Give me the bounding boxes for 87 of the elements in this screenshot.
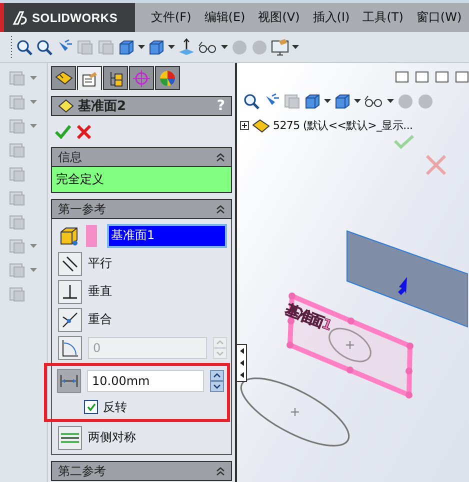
crosshair-icon xyxy=(133,70,150,86)
manager-tab[interactable] xyxy=(103,66,128,90)
coincident-icon xyxy=(62,312,78,328)
zoom-fit-icon[interactable] xyxy=(16,38,33,56)
app-logo: SOLIDWORKS xyxy=(32,10,118,24)
grip-icon xyxy=(10,36,13,58)
menu-item[interactable]: 窗口(W) xyxy=(410,9,468,26)
distance-button[interactable] xyxy=(57,368,81,392)
window-control-icon[interactable] xyxy=(395,71,409,83)
circle-sketch xyxy=(328,328,372,362)
cube-icon xyxy=(58,224,80,246)
section-title: 第二参考 xyxy=(58,462,106,480)
tree-item[interactable]: 5275 (默认<<默认>_显示... xyxy=(273,118,413,133)
collapse-icon[interactable] xyxy=(216,204,225,214)
manager-tab[interactable] xyxy=(155,66,180,90)
constraint-button[interactable] xyxy=(58,280,82,304)
color-swatch xyxy=(86,224,97,246)
view-cube-icon[interactable] xyxy=(118,38,135,56)
section-title: 第一参考 xyxy=(58,200,106,218)
parallel-lines-icon xyxy=(62,256,78,272)
section-header[interactable]: 第二参考 xyxy=(51,461,232,481)
manager-tab[interactable] xyxy=(77,66,102,90)
collapse-icon[interactable] xyxy=(216,466,225,476)
expand-icon[interactable] xyxy=(240,121,249,130)
angle-field: 0 xyxy=(88,336,207,358)
angle-button[interactable] xyxy=(58,336,82,360)
panel-title: 基准面2 xyxy=(78,98,126,115)
caret-icon[interactable] xyxy=(292,45,299,49)
window-control-icon[interactable] xyxy=(455,71,469,83)
perpendicular-icon xyxy=(62,284,78,300)
ok-check-icon[interactable] xyxy=(55,125,71,139)
distance-icon xyxy=(60,374,78,388)
section-header[interactable]: 信息 xyxy=(51,147,232,167)
window-control-icon[interactable] xyxy=(435,71,449,83)
plane-label: 基准面1 xyxy=(282,301,334,335)
checkbox-label: 反转 xyxy=(103,398,127,416)
constraint-label: 垂直 xyxy=(88,283,112,300)
color-ball-icon xyxy=(159,70,176,86)
flip-checkbox[interactable] xyxy=(84,400,98,414)
plane-icon xyxy=(58,99,74,113)
window-control-icon[interactable] xyxy=(415,71,429,83)
section-title: 信息 xyxy=(58,148,82,166)
double-line-icon xyxy=(61,432,79,444)
angle-icon xyxy=(61,338,79,356)
selection-field[interactable]: 基准面1 xyxy=(107,224,227,248)
constraint-button[interactable] xyxy=(58,308,82,332)
center-mark-icon xyxy=(346,340,354,350)
caret-icon[interactable] xyxy=(138,45,145,49)
menu-item[interactable]: 插入(I) xyxy=(306,9,356,26)
caret-icon[interactable] xyxy=(354,99,361,103)
menu-item[interactable]: 视图(V) xyxy=(252,9,306,26)
cancel-x-icon[interactable] xyxy=(77,125,91,139)
manager-tab[interactable] xyxy=(51,66,76,90)
logo-icon xyxy=(12,10,28,26)
caret-icon[interactable] xyxy=(168,45,175,49)
view-cube-icon[interactable] xyxy=(304,92,321,110)
axis-icon[interactable] xyxy=(178,38,195,56)
display-cube-icon[interactable] xyxy=(334,92,351,110)
section-header[interactable]: 第一参考 xyxy=(51,199,232,219)
symmetric-button[interactable] xyxy=(58,426,82,450)
glasses-icon[interactable] xyxy=(364,94,384,108)
confirm-check-icon[interactable] xyxy=(394,135,414,149)
tree-icon xyxy=(108,70,124,86)
menu-item[interactable]: 编辑(E) xyxy=(198,9,252,26)
check-icon xyxy=(86,403,96,411)
glasses-icon[interactable] xyxy=(198,40,218,54)
panel-toggle[interactable] xyxy=(237,344,247,382)
caret-icon[interactable] xyxy=(221,45,228,49)
caret-icon[interactable] xyxy=(324,99,331,103)
constraint-label: 重合 xyxy=(88,311,112,328)
zoom-area-icon[interactable] xyxy=(243,92,260,110)
constraint-button[interactable] xyxy=(58,252,82,276)
caret-icon[interactable] xyxy=(387,99,394,103)
monitor-icon[interactable] xyxy=(271,38,289,56)
spinner-arrows-icon[interactable] xyxy=(210,370,224,392)
display-cube-icon[interactable] xyxy=(148,38,165,56)
form-icon xyxy=(82,70,98,86)
menu-item[interactable]: 工具(T) xyxy=(356,9,410,26)
center-mark-icon xyxy=(290,408,300,416)
status-message: 完全定义 xyxy=(51,167,232,193)
constraint-label: 两侧对称 xyxy=(88,429,136,446)
normal-arrow-icon xyxy=(398,277,407,295)
zoom-area-icon[interactable] xyxy=(36,38,53,56)
constraint-label: 平行 xyxy=(88,255,112,272)
menu-item[interactable]: 文件(F) xyxy=(145,9,198,26)
collapse-icon[interactable] xyxy=(216,152,225,162)
distance-field[interactable]: 10.00mm xyxy=(87,370,204,392)
